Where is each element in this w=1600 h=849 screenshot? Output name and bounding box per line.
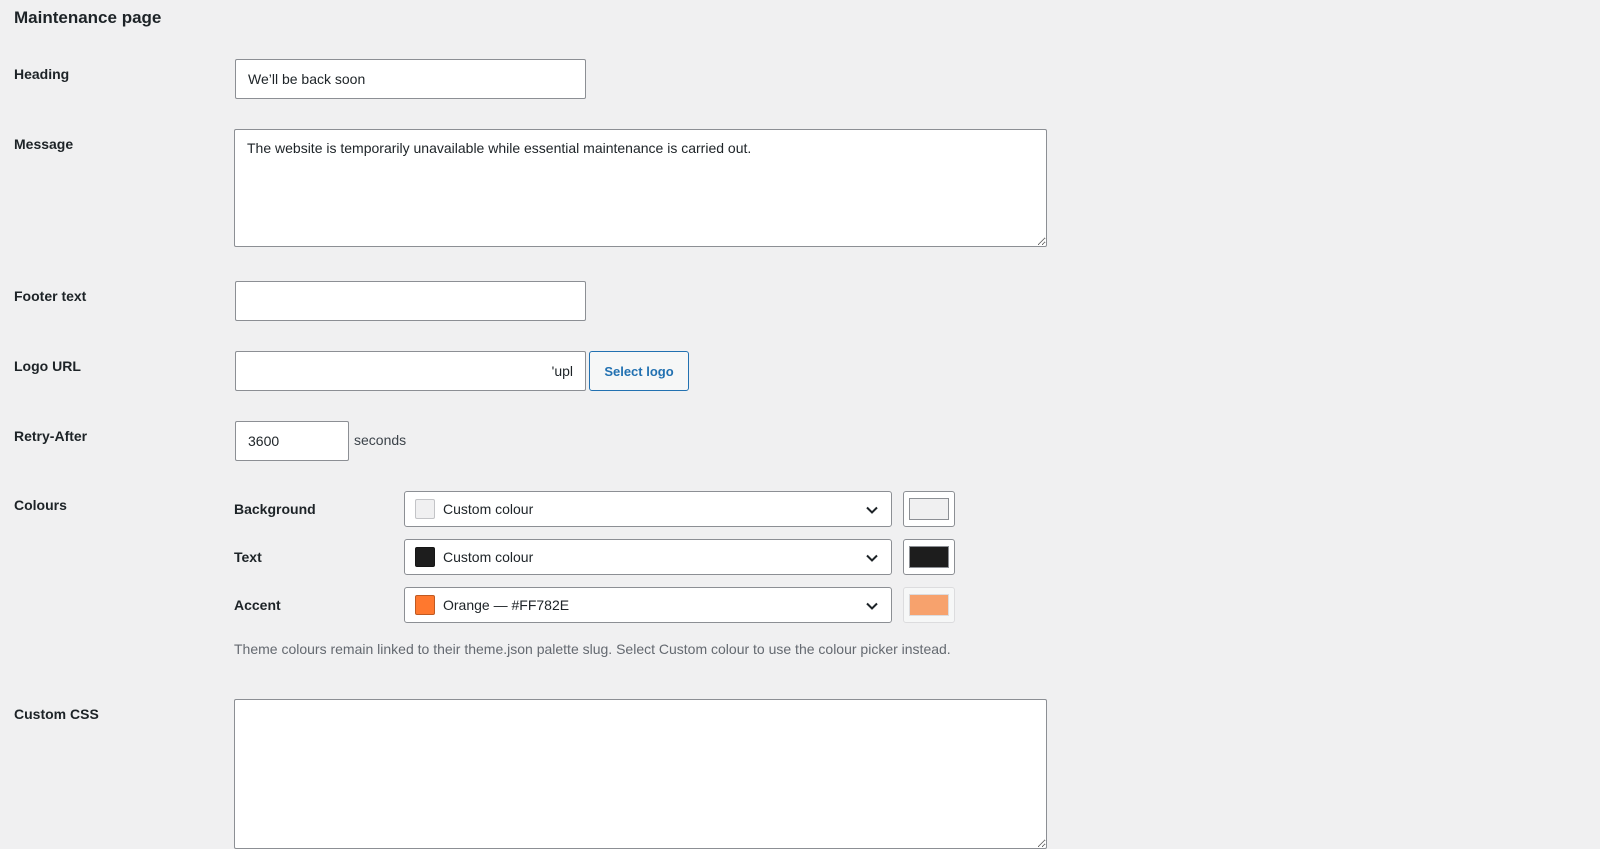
footer-text-input[interactable] xyxy=(235,281,586,321)
chevron-down-icon xyxy=(866,602,878,610)
background-picker-fill xyxy=(909,498,949,520)
custom-css-label: Custom CSS xyxy=(14,706,99,722)
retry-after-label: Retry-After xyxy=(14,428,88,444)
chevron-down-icon xyxy=(866,506,878,514)
text-colour-picker[interactable] xyxy=(903,539,955,575)
logo-url-label: Logo URL xyxy=(14,358,81,374)
heading-label: Heading xyxy=(14,66,70,82)
retry-after-input[interactable] xyxy=(235,421,349,461)
custom-css-textarea[interactable] xyxy=(234,699,1047,849)
accent-colour-label: Accent xyxy=(234,597,281,613)
text-colour-label: Text xyxy=(234,549,262,565)
background-colour-select[interactable]: Custom colour xyxy=(404,491,892,527)
logo-url-input[interactable] xyxy=(235,351,586,391)
text-colour-select[interactable]: Custom colour xyxy=(404,539,892,575)
background-colour-picker[interactable] xyxy=(903,491,955,527)
accent-colour-picker xyxy=(903,587,955,623)
accent-picker-fill xyxy=(909,594,949,616)
text-colour-value: Custom colour xyxy=(443,549,534,565)
message-label: Message xyxy=(14,136,74,152)
heading-input[interactable] xyxy=(235,59,586,99)
footer-text-label: Footer text xyxy=(14,288,87,304)
accent-colour-swatch xyxy=(415,595,435,615)
text-picker-fill xyxy=(909,546,949,568)
accent-colour-value: Orange — #FF782E xyxy=(443,597,570,613)
background-colour-swatch xyxy=(415,499,435,519)
chevron-down-icon xyxy=(866,554,878,562)
accent-colour-select[interactable]: Orange — #FF782E xyxy=(404,587,892,623)
background-colour-value: Custom colour xyxy=(443,501,534,517)
background-colour-label: Background xyxy=(234,501,316,517)
text-colour-swatch xyxy=(415,547,435,567)
colours-help-text: Theme colours remain linked to their the… xyxy=(234,641,951,657)
retry-after-unit: seconds xyxy=(354,432,407,448)
colours-label: Colours xyxy=(14,497,67,513)
page-title: Maintenance page xyxy=(14,8,162,27)
message-textarea[interactable]: The website is temporarily unavailable w… xyxy=(234,129,1047,247)
select-logo-button[interactable]: Select logo xyxy=(589,351,689,391)
